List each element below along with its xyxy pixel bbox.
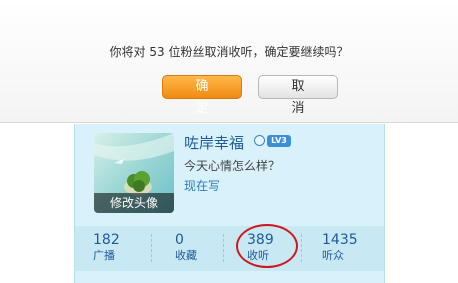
stat-value: 182 — [93, 232, 120, 248]
confirm-dialog: 你将对 53 位粉丝取消收听，确定要继续吗？ 确 定 取 消 — [0, 0, 458, 123]
verified-icon — [254, 135, 265, 146]
stat-divider — [223, 234, 225, 262]
stat-label: 收听 — [247, 249, 269, 262]
stat-value: 389 — [247, 232, 274, 248]
stat-favorites[interactable]: 0 收藏 — [175, 232, 247, 263]
write-now-link[interactable]: 现在写 — [184, 177, 220, 194]
stat-label: 广播 — [93, 249, 115, 262]
stat-divider — [301, 234, 303, 262]
stat-label: 听众 — [322, 249, 344, 262]
change-avatar-label[interactable]: 修改头像 — [94, 193, 174, 213]
mood-prompt: 今天心情怎么样？ — [184, 159, 281, 173]
avatar[interactable]: 修改头像 — [94, 133, 174, 213]
stat-followers[interactable]: 1435 听众 — [322, 232, 384, 263]
level-badge: LV3 — [267, 135, 291, 147]
stat-broadcast[interactable]: 182 广播 — [93, 232, 165, 263]
stat-following[interactable]: 389 收听 — [247, 232, 319, 263]
stats-bar: 182 广播 0 收藏 389 收听 1435 听众 — [75, 226, 384, 271]
cancel-button[interactable]: 取 消 — [258, 75, 338, 116]
profile-card: 修改头像 咗岸幸福 LV3 今天心情怎么样？ 现在写 182 广播 0 收藏 3… — [74, 124, 385, 283]
stat-value: 1435 — [322, 232, 358, 248]
stat-divider — [151, 234, 153, 262]
username[interactable]: 咗岸幸福 — [184, 132, 244, 153]
confirm-button[interactable]: 确 定 — [162, 75, 242, 116]
stat-label: 收藏 — [175, 249, 197, 262]
stat-value: 0 — [175, 232, 184, 248]
dialog-message: 你将对 53 位粉丝取消收听，确定要继续吗？ — [109, 45, 349, 59]
